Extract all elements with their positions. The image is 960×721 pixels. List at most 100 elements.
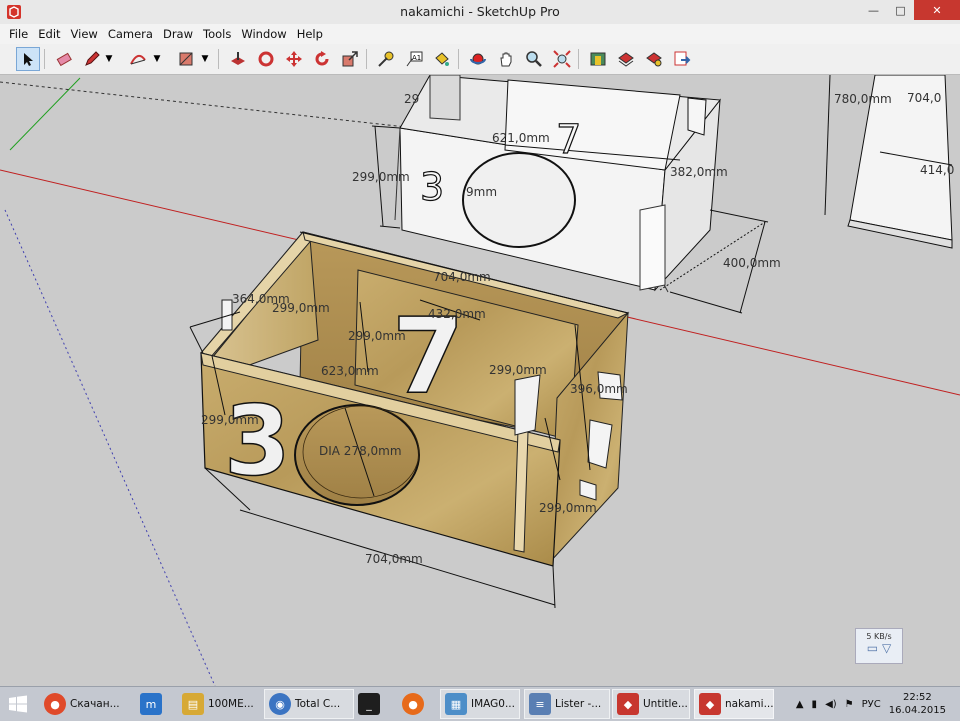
back-digit-3: 3 [420, 165, 444, 209]
sketchup-icon: ◆ [617, 693, 639, 715]
chrome-icon: ● [44, 693, 66, 715]
share-model-icon[interactable] [614, 47, 638, 71]
tray-up-arrow-icon[interactable]: ▲ [796, 699, 804, 710]
total-commander-icon: ◉ [269, 693, 291, 715]
start-button[interactable] [4, 689, 38, 719]
title-bar: nakamichi - SketchUp Pro — □ ✕ [0, 0, 960, 25]
menu-view[interactable]: View [71, 27, 98, 41]
taskbar-item-sketchup-untitled[interactable]: ◆ Untitle... [612, 689, 690, 719]
taskbar-item-total-commander[interactable]: ◉ Total C... [264, 689, 354, 719]
menu-window[interactable]: Window [241, 27, 286, 41]
scale-tool-icon[interactable] [338, 47, 362, 71]
front-inner-width-label: 623,0mm [321, 364, 379, 378]
minimize-button[interactable]: — [860, 0, 887, 20]
system-tray: ▲ ▮ ◀) ⚑ РУС 22:52 16.04.2015 [796, 687, 960, 721]
taskbar-item-maxthon[interactable]: m [136, 689, 170, 719]
back-depth-label: 400,0mm [723, 256, 781, 270]
menu-edit[interactable]: Edit [38, 27, 60, 41]
taskbar-item-lister[interactable]: ≡ Lister -... [524, 689, 610, 719]
tray-flag-icon[interactable]: ⚑ [845, 699, 854, 710]
paint-bucket-tool-icon[interactable] [430, 47, 454, 71]
right-top-label: 780,0mm [834, 92, 892, 106]
taskbar-item-sketchup-nakamichi[interactable]: ◆ nakami... [694, 689, 774, 719]
follow-me-tool-icon[interactable] [254, 47, 278, 71]
move-tool-icon[interactable] [282, 47, 306, 71]
windows-logo-icon [9, 695, 27, 713]
front-digit-3: 3 [224, 385, 291, 497]
front-right-depth-label: 396,0mm [570, 382, 628, 396]
pencil-dropdown-icon[interactable]: ▼ [102, 47, 116, 71]
right-side-label: 414,0 [920, 163, 954, 177]
front-top-width-label: 704,0mm [433, 270, 491, 284]
pan-tool-icon[interactable] [494, 47, 518, 71]
front-inner-right-label: 299,0mm [489, 363, 547, 377]
taskbar: ● Скачан... m ▤ 100ME... ◉ Total C... _ … [0, 686, 960, 721]
text-tool-icon[interactable]: A1 [402, 47, 426, 71]
back-left-height-label: 299,0mm [352, 170, 410, 184]
zoom-extents-tool-icon[interactable] [550, 47, 574, 71]
menu-help[interactable]: Help [297, 27, 323, 41]
push-pull-tool-icon[interactable] [226, 47, 250, 71]
console-icon: _ [358, 693, 380, 715]
arc-tool-icon[interactable] [126, 47, 150, 71]
maximize-button[interactable]: □ [887, 0, 914, 20]
back-inner-label: 9mm [466, 185, 497, 199]
blue-axis [4, 209, 216, 686]
menu-bar: File Edit View Camera Draw Tools Window … [0, 24, 960, 44]
clock[interactable]: 22:52 16.04.2015 [889, 691, 946, 717]
3d-warehouse-icon[interactable] [586, 47, 610, 71]
back-partial-label: 29 [404, 92, 419, 106]
arc-dropdown-icon[interactable]: ▼ [150, 47, 164, 71]
tape-measure-tool-icon[interactable] [374, 47, 398, 71]
lister-icon: ≡ [529, 693, 551, 715]
folder-icon: ▤ [182, 693, 204, 715]
orbit-tool-icon[interactable] [466, 47, 490, 71]
taskbar-item-image-viewer[interactable]: ▦ IMAG0... [440, 689, 520, 719]
front-panel-height-label: 299,0mm [348, 329, 406, 343]
eraser-tool-icon[interactable] [52, 47, 76, 71]
menu-file[interactable]: File [9, 27, 28, 41]
window-title: nakamichi - SketchUp Pro [400, 4, 560, 19]
taskbar-item-folder[interactable]: ▤ 100ME... [178, 689, 260, 719]
taskbar-item-firefox[interactable]: ● [398, 689, 436, 719]
front-hole-label: DIA 278,0mm [319, 444, 402, 458]
pencil-tool-icon[interactable] [80, 47, 104, 71]
sketchup-icon: ◆ [699, 693, 721, 715]
model-viewport[interactable]: 621,0mm 299,0mm 9mm 382,0mm 400,0mm 29 3… [0, 75, 960, 686]
rectangle-dropdown-icon[interactable]: ▼ [198, 47, 212, 71]
right-top2-label: 704,0 [907, 91, 941, 105]
front-inner-top-label: 299,0mm [272, 301, 330, 315]
taskbar-item-console[interactable]: _ [354, 689, 392, 719]
tray-speaker-icon[interactable]: ◀) [825, 699, 837, 710]
model-canvas[interactable]: 621,0mm 299,0mm 9mm 382,0mm 400,0mm 29 3… [0, 75, 960, 686]
front-bottom-width-label: 704,0mm [365, 552, 423, 566]
language-indicator[interactable]: РУС [862, 699, 881, 710]
network-monitor-widget[interactable]: 5 KB/s ▭ ▽ [855, 628, 903, 664]
back-digit-7: 7 [556, 117, 581, 163]
image-viewer-icon: ▦ [445, 693, 467, 715]
hidden-axis [0, 81, 416, 129]
network-speed: 5 KB/s [866, 632, 892, 641]
clock-date: 16.04.2015 [888, 705, 946, 716]
back-side-label: 382,0mm [670, 165, 728, 179]
close-button[interactable]: ✕ [914, 0, 960, 20]
maxthon-icon: m [140, 693, 162, 715]
rectangle-tool-icon[interactable] [174, 47, 198, 71]
send-to-layout-icon[interactable] [670, 47, 694, 71]
extension-warehouse-icon[interactable] [642, 47, 666, 71]
front-panel-width-label: 432,0mm [428, 307, 486, 321]
zoom-tool-icon[interactable] [522, 47, 546, 71]
clock-time: 22:52 [902, 692, 932, 703]
tray-network-icon[interactable]: ▮ [812, 699, 818, 710]
front-right-height-label: 299,0mm [539, 501, 597, 515]
green-axis [9, 77, 81, 151]
taskbar-item-browser[interactable]: ● Скачан... [40, 689, 120, 719]
menu-draw[interactable]: Draw [163, 27, 193, 41]
firefox-icon: ● [402, 693, 424, 715]
network-arrows-icon: ▭ ▽ [866, 641, 892, 655]
menu-camera[interactable]: Camera [108, 27, 153, 41]
select-tool-icon[interactable] [16, 47, 40, 71]
menu-tools[interactable]: Tools [203, 27, 231, 41]
rotate-tool-icon[interactable] [310, 47, 334, 71]
front-left-height-label: 299,0mm [201, 413, 259, 427]
